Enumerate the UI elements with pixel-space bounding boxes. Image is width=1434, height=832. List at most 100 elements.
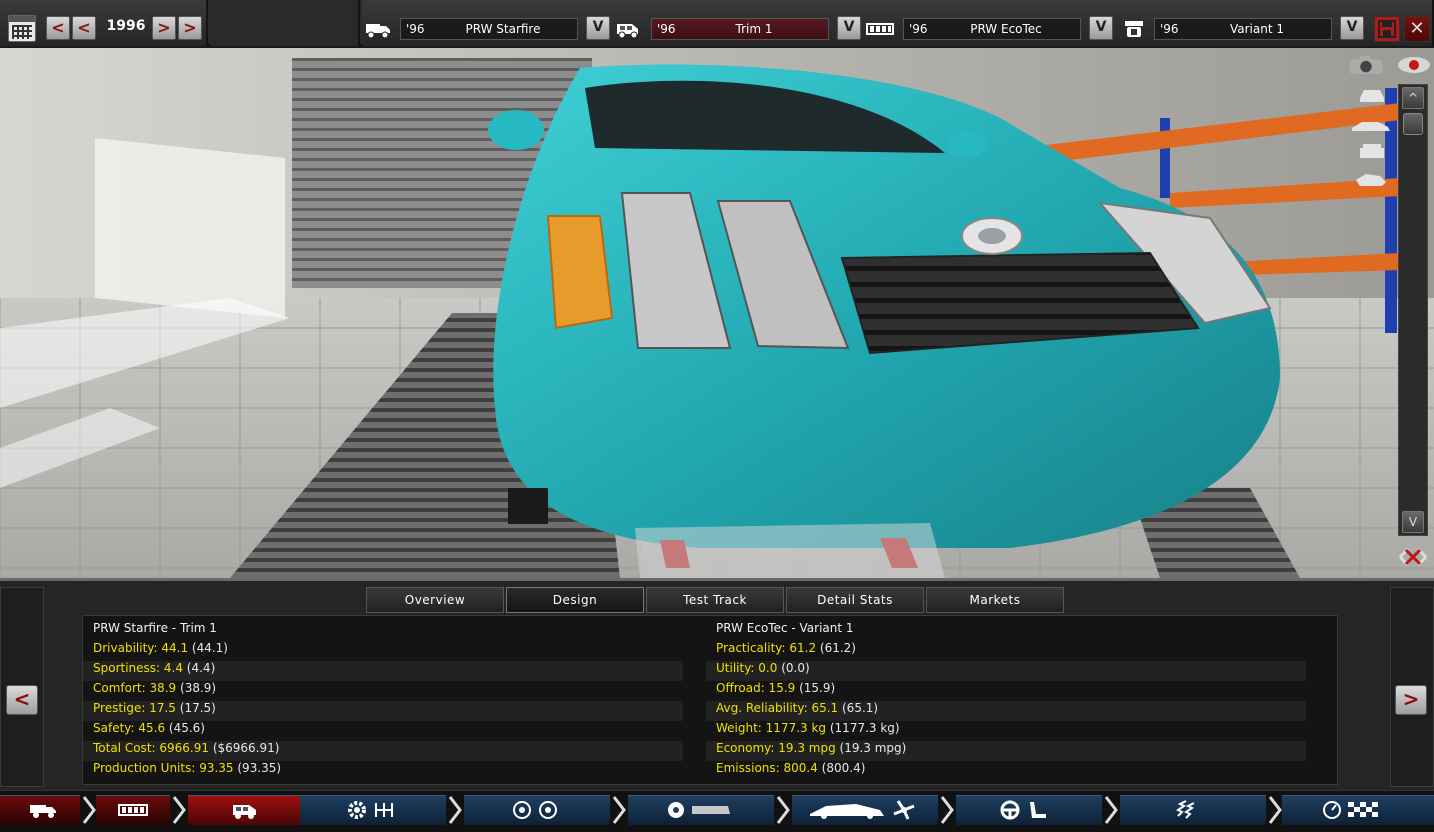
save-icon xyxy=(1378,20,1396,38)
stat-label: Sportiness: 4.4 xyxy=(93,661,183,675)
engine-dropdown-button[interactable]: V xyxy=(1089,16,1113,40)
perspective-view-icon[interactable] xyxy=(1352,168,1388,190)
stat-label: Economy: 19.3 mpg xyxy=(716,741,836,755)
next-decade-button[interactable]: > xyxy=(178,16,202,40)
stat-label: Practicality: 61.2 xyxy=(716,641,817,655)
brakes-step-icon xyxy=(668,802,730,818)
right-stats-column: PRW EcoTec - Variant 1 Practicality: 61.… xyxy=(706,621,1306,781)
stat-value: (4.4) xyxy=(182,661,216,675)
variant-selector[interactable]: '96 Variant 1 xyxy=(1154,18,1332,40)
chassis-step-icon xyxy=(30,805,56,818)
stat-row: Safety: 45.6 (45.6) xyxy=(83,721,683,741)
aero-step-icon xyxy=(810,800,915,820)
stat-label: Utility: 0.0 xyxy=(716,661,778,675)
stat-label: Drivability: 44.1 xyxy=(93,641,189,655)
calendar-icon[interactable] xyxy=(8,15,36,42)
prev-page-button[interactable]: < xyxy=(6,685,38,715)
stat-row: Economy: 19.3 mpg (19.3 mpg) xyxy=(706,741,1306,761)
engine-name: PRW EcoTec xyxy=(970,22,1042,36)
tab-markets[interactable]: Markets xyxy=(926,587,1064,613)
chassis-year: '96 xyxy=(406,22,425,36)
stat-row: Drivability: 44.1 (44.1) xyxy=(83,641,683,661)
chevron-right-icon xyxy=(612,796,626,824)
stat-row: Utility: 0.0 (0.0) xyxy=(706,661,1306,681)
rear-view-icon[interactable] xyxy=(1354,140,1390,162)
chassis-name: PRW Starfire xyxy=(465,22,541,36)
stat-value: (65.1) xyxy=(838,701,879,715)
stat-row: Avg. Reliability: 65.1 (65.1) xyxy=(706,701,1306,721)
trim-icon xyxy=(617,24,638,39)
engine-selector[interactable]: '96 PRW EcoTec xyxy=(903,18,1081,40)
garage-scene xyxy=(0,48,1434,578)
chevron-right-icon xyxy=(448,796,462,824)
tab-overview[interactable]: Overview xyxy=(366,587,504,613)
stat-value: (45.6) xyxy=(165,721,205,735)
save-button[interactable] xyxy=(1374,16,1400,42)
zoom-down-button[interactable]: V xyxy=(1402,511,1424,533)
chevron-right-icon xyxy=(1104,796,1118,824)
next-page-button[interactable]: > xyxy=(1395,685,1427,715)
reset-view-icon[interactable] xyxy=(1396,544,1430,570)
zoom-up-button[interactable]: ^ xyxy=(1402,87,1424,109)
engine-step-icon xyxy=(118,804,148,816)
variant-icon xyxy=(1125,21,1143,37)
chevron-right-icon xyxy=(172,796,186,824)
stat-label: Production Units: 93.35 xyxy=(93,761,234,775)
trim-selector[interactable]: '96 Trim 1 xyxy=(651,18,829,40)
prev-year-button[interactable]: < xyxy=(72,16,96,40)
stat-value: (17.5) xyxy=(175,701,216,715)
engine-icon xyxy=(866,23,894,35)
left-stats-column: PRW Starfire - Trim 1 Drivability: 44.1 … xyxy=(83,621,683,781)
stat-label: Total Cost: 6966.91 xyxy=(93,741,209,755)
car-3d-viewport[interactable]: ^ V xyxy=(0,48,1434,578)
stat-label: Weight: 1177.3 kg xyxy=(716,721,827,735)
test-drive-step-icon xyxy=(1323,801,1378,819)
stat-value: (800.4) xyxy=(817,761,866,775)
spacer-segment xyxy=(210,0,360,46)
wheels-step-icon xyxy=(513,801,557,819)
eye-icon[interactable] xyxy=(1396,54,1432,76)
trim-dropdown-button[interactable]: V xyxy=(837,16,861,40)
camera-icon[interactable] xyxy=(1348,54,1384,76)
zoom-scrollbar[interactable]: ^ V xyxy=(1398,84,1428,536)
close-button[interactable]: ✕ xyxy=(1404,16,1430,42)
year-display: 1996 xyxy=(106,18,146,34)
stat-label: Offroad: 15.9 xyxy=(716,681,796,695)
stat-value: (0.0) xyxy=(777,661,810,675)
tab-test-track[interactable]: Test Track xyxy=(646,587,784,613)
tab-detail-stats[interactable]: Detail Stats xyxy=(786,587,924,613)
stat-row: Production Units: 93.35 (93.35) xyxy=(83,761,683,781)
stat-label: Avg. Reliability: 65.1 xyxy=(716,701,839,715)
front-view-icon[interactable] xyxy=(1354,84,1390,106)
chevron-right-icon xyxy=(776,796,790,824)
interior-step-icon xyxy=(1000,800,1046,820)
stat-value: (38.9) xyxy=(176,681,217,695)
stat-value: (1177.3 kg) xyxy=(826,721,900,735)
engine-year: '96 xyxy=(909,22,928,36)
stat-value: (93.35) xyxy=(233,761,282,775)
stat-value: (44.1) xyxy=(188,641,228,655)
next-year-button[interactable]: > xyxy=(152,16,176,40)
prev-decade-button[interactable]: < xyxy=(46,16,70,40)
trim-name: Trim 1 xyxy=(735,22,773,36)
chassis-dropdown-button[interactable]: V xyxy=(586,16,610,40)
stat-row: Prestige: 17.5 (17.5) xyxy=(83,701,683,721)
stat-row: Sportiness: 4.4 (4.4) xyxy=(83,661,683,681)
chassis-selector[interactable]: '96 PRW Starfire xyxy=(400,18,578,40)
design-steps-bar xyxy=(0,790,1434,832)
variant-dropdown-button[interactable]: V xyxy=(1340,16,1364,40)
stat-row: Total Cost: 6966.91 ($6966.91) xyxy=(83,741,683,761)
stat-row: Comfort: 38.9 (38.9) xyxy=(83,681,683,701)
zoom-scroll-thumb[interactable] xyxy=(1403,113,1423,135)
tab-design[interactable]: Design xyxy=(506,587,644,613)
trim-year: '96 xyxy=(657,22,676,36)
side-view-icon[interactable] xyxy=(1350,114,1392,136)
stat-value: (61.2) xyxy=(816,641,856,655)
stat-label: Emissions: 800.4 xyxy=(716,761,818,775)
trim-step-icon xyxy=(233,805,256,819)
stat-row: Offroad: 15.9 (15.9) xyxy=(706,681,1306,701)
top-toolbar: < < 1996 > > '96 PRW Starfire V '96 Trim… xyxy=(0,0,1434,46)
stat-row: Emissions: 800.4 (800.4) xyxy=(706,761,1306,781)
stats-table: PRW Starfire - Trim 1 Drivability: 44.1 … xyxy=(82,615,1338,785)
variant-year: '96 xyxy=(1160,22,1179,36)
